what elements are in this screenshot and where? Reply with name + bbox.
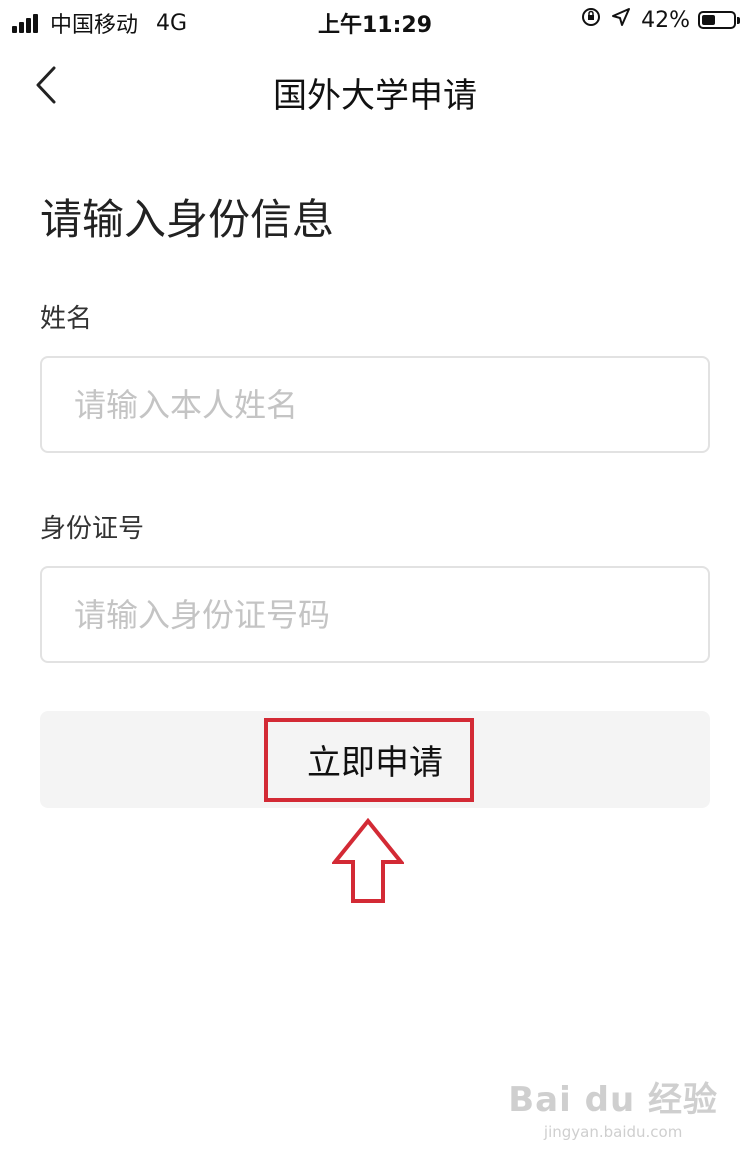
id-label: 身份证号: [40, 514, 145, 544]
form-heading: 请输入身份信息: [40, 195, 335, 244]
watermark: Bai du 经验 jingyan.baidu.com: [508, 1072, 718, 1141]
name-input[interactable]: [40, 356, 710, 453]
id-number-input[interactable]: [40, 566, 710, 663]
up-arrow-icon: [332, 818, 404, 903]
orientation-lock-icon: [581, 7, 601, 33]
watermark-logo: Bai du 经验: [508, 1080, 718, 1120]
app-screen: 中国移动 4G 上午11:29 42% 国外大学申请 请输入身份信息 姓名 请输…: [0, 0, 750, 1157]
battery-percent: 42%: [641, 7, 690, 33]
location-icon: [611, 7, 631, 33]
battery-icon: [698, 11, 740, 29]
name-label: 姓名: [40, 304, 93, 334]
status-bar: 中国移动 4G 上午11:29 42%: [0, 0, 750, 42]
page-title: 国外大学申请: [273, 76, 477, 116]
battery-fill: [702, 15, 715, 25]
highlight-box: [264, 718, 474, 802]
nav-bar: 国外大学申请: [0, 50, 750, 130]
watermark-url: jingyan.baidu.com: [543, 1123, 683, 1141]
status-right: 42%: [581, 7, 740, 33]
